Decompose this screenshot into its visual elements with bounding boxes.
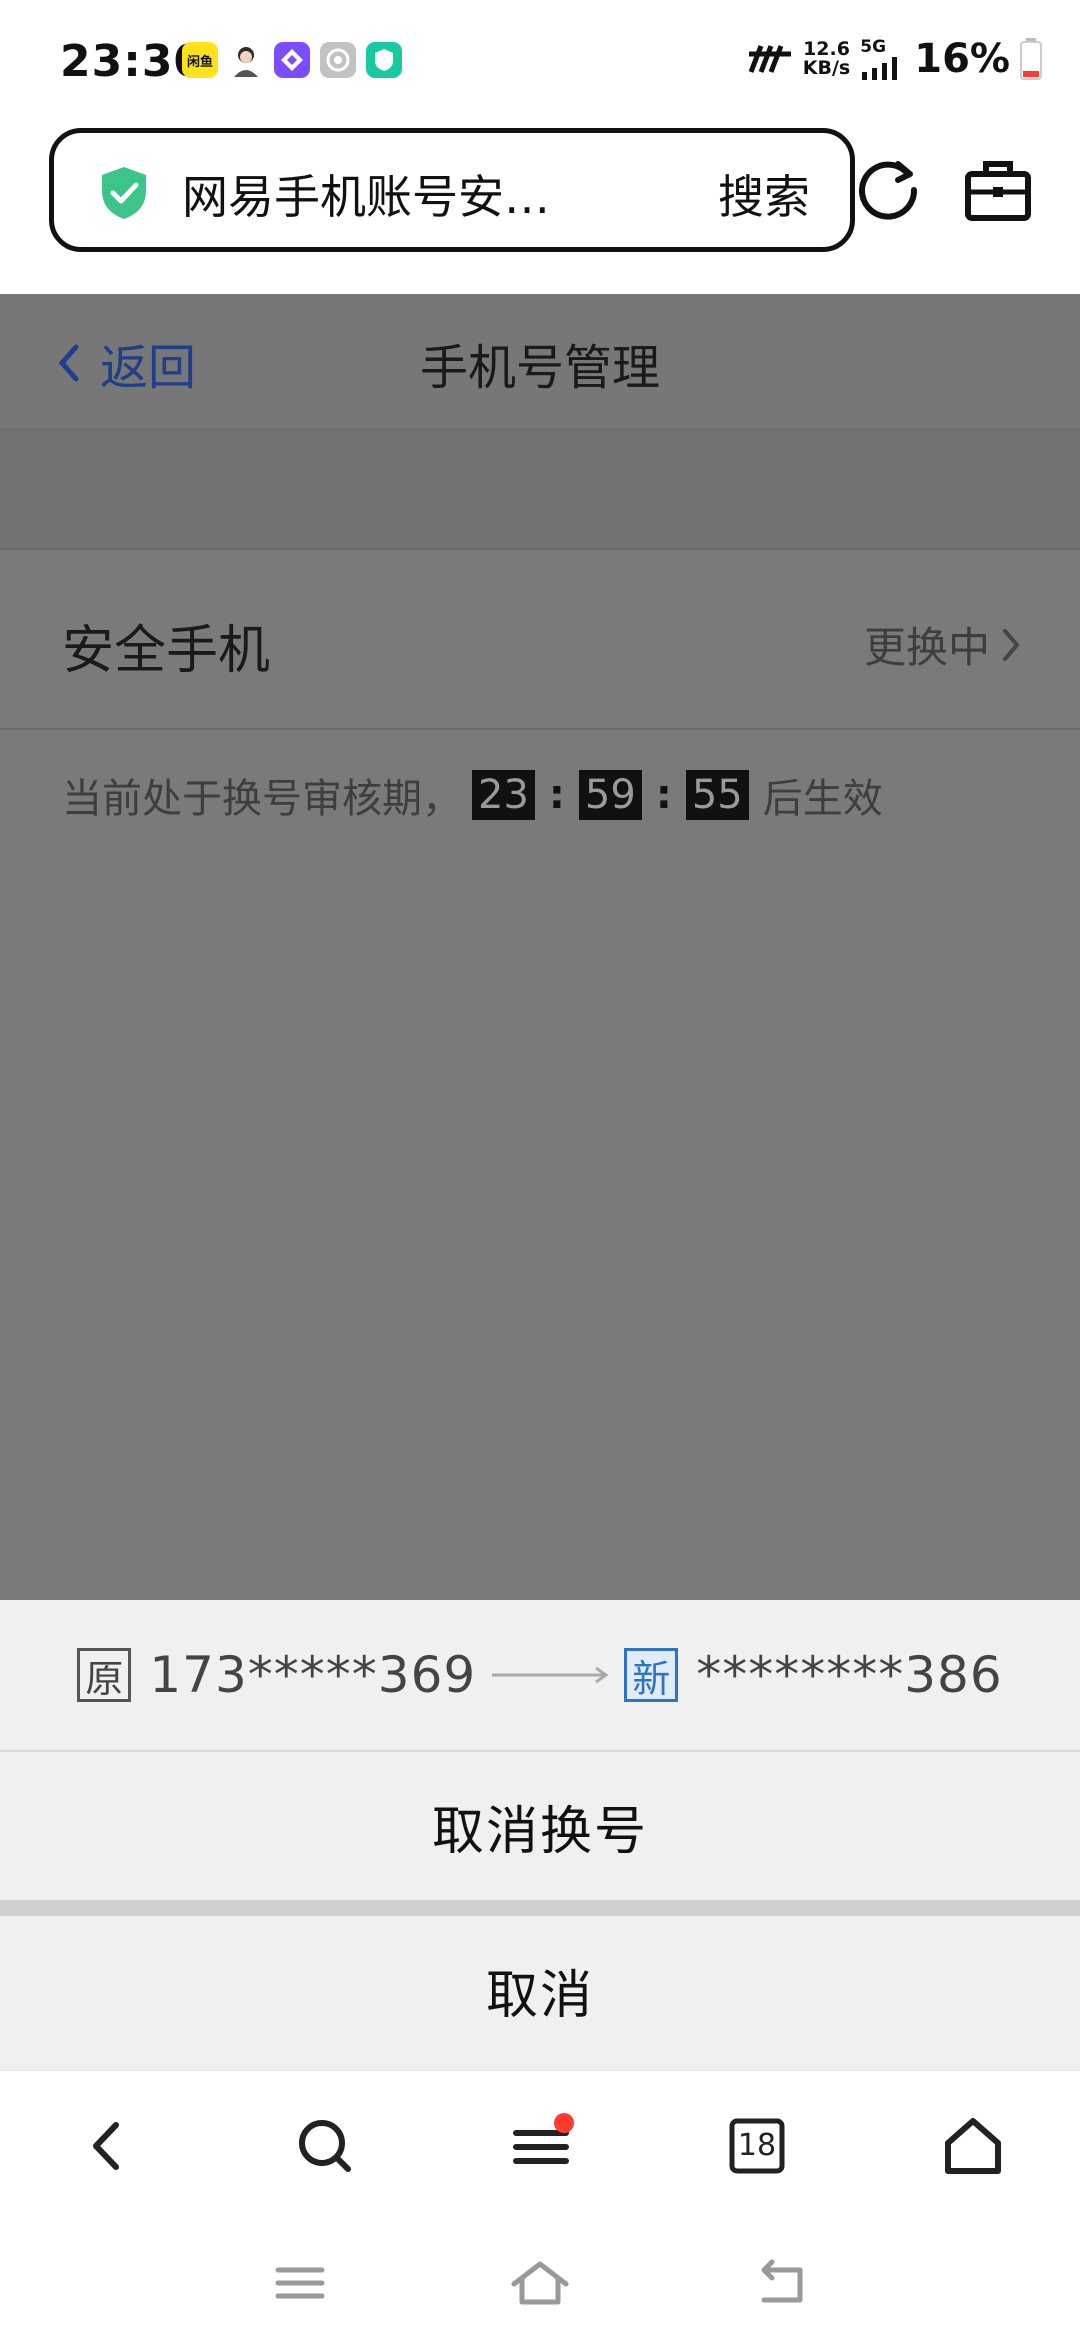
arrow-right-icon bbox=[492, 1666, 609, 1684]
signal-icon bbox=[862, 56, 898, 80]
tab-count: 18 bbox=[737, 2128, 777, 2163]
back-icon[interactable] bbox=[72, 2111, 142, 2181]
notice-suffix: 后生效 bbox=[762, 776, 883, 822]
system-navigation-bar bbox=[0, 2220, 1080, 2344]
browser-toolbar: 网易手机账号安… 搜索 bbox=[0, 122, 1080, 294]
secure-phone-status: 更换中 bbox=[864, 614, 1020, 675]
countdown-hours: 23 bbox=[472, 770, 535, 820]
system-home-icon[interactable] bbox=[510, 2258, 570, 2308]
old-phone-number: 173*****369 bbox=[149, 1646, 477, 1704]
nfc-icon bbox=[748, 45, 791, 73]
secure-phone-label: 安全手机 bbox=[62, 621, 271, 681]
action-sheet: 原 173*****369 新 ********386 取消换号 取消 bbox=[0, 1600, 1080, 2070]
app-green-icon bbox=[366, 42, 402, 78]
cancel-number-change-button[interactable]: 取消换号 bbox=[0, 1752, 1080, 1900]
address-bar[interactable]: 网易手机账号安… 搜索 bbox=[49, 128, 855, 252]
browser-bottom-bar: 18 bbox=[0, 2070, 1080, 2221]
app-yellow-icon: 闲鱼 bbox=[182, 42, 218, 78]
menu-icon[interactable] bbox=[506, 2111, 576, 2181]
cancel-button[interactable]: 取消 bbox=[0, 1916, 1080, 2064]
new-phone-number: ********386 bbox=[696, 1646, 1003, 1704]
page-title-in-address-bar: 网易手机账号安… bbox=[182, 170, 550, 224]
status-bar: 23:30 闲鱼 12.6 KB/s 5G 16% bbox=[0, 0, 1080, 122]
search-icon[interactable] bbox=[290, 2111, 360, 2181]
shield-check-icon bbox=[102, 167, 146, 219]
home-icon[interactable] bbox=[938, 2111, 1008, 2181]
app-avatar-icon bbox=[228, 42, 264, 78]
battery-icon bbox=[1020, 38, 1042, 80]
secure-phone-row[interactable]: 安全手机 更换中 bbox=[0, 550, 1080, 730]
app-purple-icon bbox=[274, 42, 310, 78]
search-button[interactable]: 搜索 bbox=[718, 161, 810, 227]
countdown-minutes: 59 bbox=[578, 770, 642, 820]
toolbox-icon[interactable] bbox=[958, 150, 1038, 230]
sheet-divider bbox=[0, 1900, 1080, 1916]
page-nav-bar: 返回 手机号管理 bbox=[0, 294, 1080, 428]
countdown-separator: : bbox=[655, 772, 672, 818]
battery-percent: 16% bbox=[914, 36, 1010, 82]
secure-phone-status-text: 更换中 bbox=[863, 623, 990, 672]
chevron-right-icon bbox=[1003, 628, 1020, 661]
old-number-tag: 原 bbox=[77, 1648, 132, 1702]
section-spacer bbox=[0, 428, 1080, 550]
page-title: 手机号管理 bbox=[419, 340, 660, 396]
status-app-icons: 闲鱼 bbox=[182, 42, 402, 78]
net-speed-unit: KB/s bbox=[802, 57, 851, 79]
net-speed: 12.6 KB/s bbox=[803, 40, 850, 78]
countdown-separator: : bbox=[548, 772, 565, 818]
recents-icon[interactable] bbox=[270, 2258, 330, 2308]
refresh-icon[interactable] bbox=[848, 150, 928, 230]
status-right: 12.6 KB/s 5G 16% bbox=[747, 36, 1042, 82]
new-number-tag: 新 bbox=[624, 1648, 679, 1702]
page-content: 返回 手机号管理 安全手机 更换中 当前处于换号审核期， 23 : 59 : 5… bbox=[0, 294, 1080, 1600]
phone-change-summary: 原 173*****369 新 ********386 bbox=[0, 1600, 1080, 1752]
notice-prefix: 当前处于换号审核期， bbox=[62, 776, 462, 822]
review-period-notice: 当前处于换号审核期， 23 : 59 : 55 后生效 bbox=[62, 766, 883, 824]
app-gear-icon bbox=[320, 42, 356, 78]
countdown-seconds: 55 bbox=[685, 770, 749, 820]
network-type: 5G bbox=[860, 36, 887, 57]
tabs-button[interactable]: 18 bbox=[722, 2111, 792, 2181]
system-back-icon[interactable] bbox=[750, 2258, 810, 2308]
